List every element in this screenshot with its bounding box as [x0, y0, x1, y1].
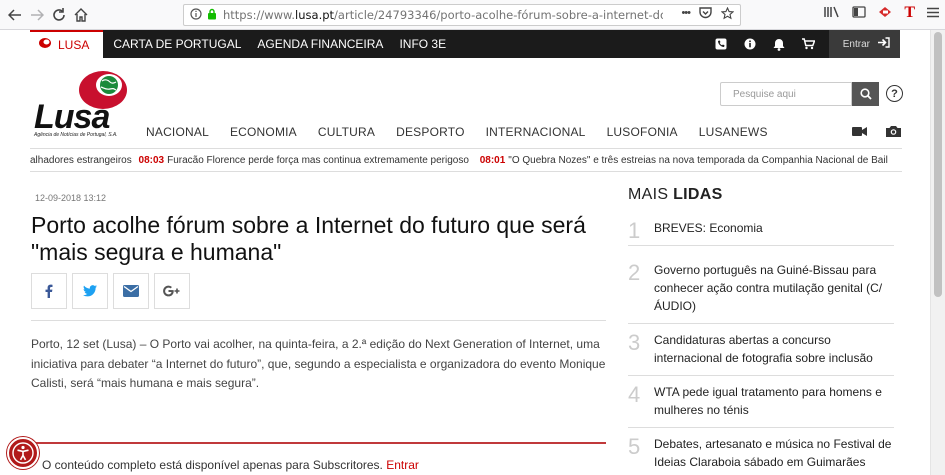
sign-in-icon [878, 37, 890, 51]
video-camera-icon[interactable] [852, 124, 867, 142]
mais-lidas-item[interactable]: 2 Governo português na Guiné-Bissau para… [628, 246, 894, 324]
article-title: Porto acolhe fórum sobre a Internet do f… [31, 212, 586, 265]
addon-arrow-icon[interactable] [878, 5, 892, 21]
logo-tagline: Agência de Notícias de Portugal, S.A. [34, 132, 118, 138]
mais-lidas-rank: 1 [628, 218, 641, 243]
subscriber-rule [35, 442, 606, 444]
nav-lusanews[interactable]: LUSANEWS [699, 125, 768, 139]
ticker-lead-text[interactable]: alhadores estrangeiros [30, 155, 132, 166]
mais-lidas-rank: 4 [628, 382, 641, 407]
email-icon [123, 285, 139, 297]
scrollbar-thumb[interactable] [934, 32, 942, 297]
nav-nacional[interactable]: NACIONAL [146, 125, 209, 139]
photo-camera-icon[interactable] [886, 124, 901, 142]
share-email-button[interactable] [113, 273, 149, 309]
news-ticker: alhadores estrangeiros 08:03 Furacão Flor… [30, 148, 902, 172]
mais-lidas-headline[interactable]: Candidaturas abertas a concurso internac… [654, 331, 894, 367]
mais-lidas-item[interactable]: 4 WTA pede igual tratamento para homens … [628, 376, 894, 428]
forward-arrow-icon[interactable] [26, 4, 48, 26]
back-arrow-icon[interactable] [4, 4, 26, 26]
address-bar[interactable]: https://www.lusa.pt/article/24793346/por… [183, 4, 741, 26]
library-icon[interactable] [824, 5, 840, 21]
mais-lidas-title: MAIS LIDAS [628, 186, 723, 203]
nav-lusofonia[interactable]: LUSOFONIA [607, 125, 678, 139]
subscriber-login-link[interactable]: Entrar [386, 458, 419, 472]
mais-lidas-rank: 2 [628, 260, 641, 285]
mais-lidas-headline[interactable]: Governo português na Guiné-Bissau para c… [654, 261, 894, 315]
reload-icon[interactable] [48, 4, 70, 26]
home-icon[interactable] [70, 4, 92, 26]
nav-cultura[interactable]: CULTURA [318, 125, 375, 139]
page: https://www.lusa.pt/article/24793346/por… [0, 0, 945, 475]
lusa-mini-logo-icon [38, 36, 52, 54]
subscriber-notice: O conteúdo completo está disponível apen… [42, 458, 419, 472]
search-button[interactable] [852, 82, 879, 106]
subscriber-notice-text: O conteúdo completo está disponível apen… [42, 458, 383, 472]
hamburger-menu-icon[interactable] [927, 5, 939, 21]
bookmark-star-icon[interactable] [720, 6, 735, 23]
mais-lidas-rank: 3 [628, 330, 641, 355]
mais-lidas-headline[interactable]: WTA pede igual tratamento para homens e … [654, 383, 894, 419]
login-button-label: Entrar [842, 38, 870, 50]
facebook-icon [45, 284, 53, 298]
ticker-headline[interactable]: "O Quebra Nozes" e três estreias na nova… [508, 155, 888, 166]
browser-toolbar: https://www.lusa.pt/article/24793346/por… [0, 0, 945, 30]
info-icon[interactable] [190, 7, 202, 23]
mais-lidas-item[interactable]: 5 Debates, artesanato e música no Festiv… [628, 428, 894, 475]
ticker-time: 08:03 [138, 155, 165, 166]
topnav-carta-de-portugal[interactable]: CARTA DE PORTUGAL [105, 37, 249, 51]
cart-icon[interactable] [794, 38, 823, 50]
ticker-time: 08:01 [479, 155, 506, 166]
nav-internacional[interactable]: INTERNACIONAL [486, 125, 586, 139]
mais-lidas-item[interactable]: 1 BREVES: Economia [628, 212, 894, 246]
topbar-lusa-label: LUSA [58, 38, 90, 52]
sidebar-icon[interactable] [852, 5, 866, 21]
ticker-headline[interactable]: Furacão Florence perde força mas continu… [167, 155, 469, 166]
pocket-icon[interactable] [699, 7, 712, 23]
addon-t-icon[interactable]: T [904, 4, 915, 22]
mais-lidas-headline[interactable]: Debates, artesanato e música no Festival… [654, 435, 894, 471]
topnav-agenda-financeira[interactable]: AGENDA FINANCEIRA [249, 37, 391, 51]
nav-desporto[interactable]: DESPORTO [396, 125, 465, 139]
mais-lidas-headline[interactable]: BREVES: Economia [654, 219, 894, 237]
login-button[interactable]: Entrar [828, 30, 900, 58]
article-body: Porto, 12 set (Lusa) – O Porto vai acolh… [31, 337, 606, 390]
lock-icon [207, 8, 217, 23]
mais-lidas-list: 1 BREVES: Economia 2 Governo português n… [628, 212, 894, 475]
topnav-info-3e[interactable]: INFO 3E [391, 37, 454, 51]
help-icon[interactable]: ? [886, 85, 903, 102]
share-buttons [31, 273, 195, 309]
phone-icon[interactable] [707, 38, 736, 50]
topbar-lusa-tab[interactable]: LUSA [30, 30, 104, 58]
lusa-logo[interactable]: Lusa Agência de Notícias de Portugal, S.… [32, 68, 132, 142]
page-actions-menu[interactable]: ••• [681, 7, 691, 23]
search-input[interactable]: Pesquise aqui [720, 82, 852, 106]
mais-lidas-rank: 5 [628, 434, 641, 459]
accessibility-icon [12, 442, 34, 464]
search-icon [859, 88, 872, 100]
share-google-plus-button[interactable] [154, 273, 190, 309]
mais-lidas-item[interactable]: 3 Candidaturas abertas a concurso intern… [628, 324, 894, 376]
url-text: https://www.lusa.pt/article/24793346/por… [223, 8, 663, 22]
article-date: 12-09-2018 13:12 [35, 193, 107, 203]
info-circle-icon[interactable] [736, 38, 765, 50]
google-plus-icon [163, 285, 180, 297]
share-twitter-button[interactable] [72, 273, 108, 309]
bell-icon[interactable] [765, 38, 794, 51]
twitter-icon [83, 285, 97, 297]
article-divider [31, 320, 606, 321]
main-nav: NACIONAL ECONOMIA CULTURA DESPORTO INTER… [146, 125, 789, 139]
top-bar: LUSA CARTA DE PORTUGAL AGENDA FINANCEIRA… [30, 30, 900, 58]
page-scrollbar[interactable] [930, 30, 945, 475]
accessibility-button[interactable] [7, 437, 39, 469]
nav-economia[interactable]: ECONOMIA [230, 125, 297, 139]
share-facebook-button[interactable] [31, 273, 67, 309]
